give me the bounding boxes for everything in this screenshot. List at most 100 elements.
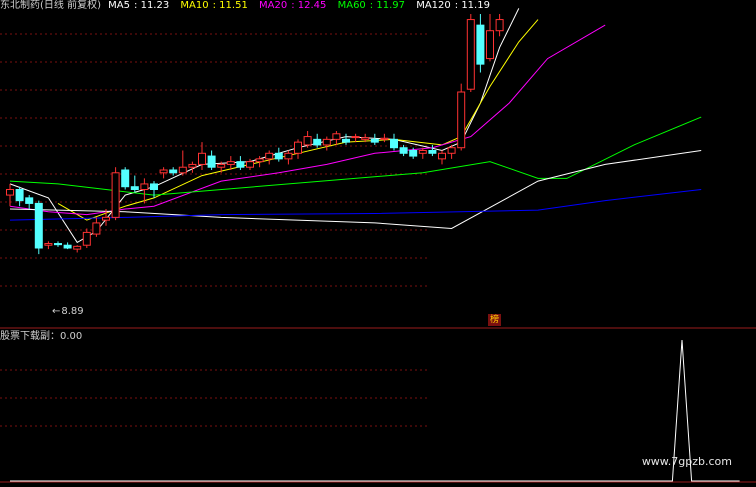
candle-body — [390, 138, 398, 149]
candle — [121, 167, 130, 190]
candle — [159, 167, 168, 179]
ma120-value: 11.19 — [461, 0, 490, 11]
candle — [294, 139, 302, 159]
low-arrow-icon: ← — [52, 306, 61, 317]
candle-body — [34, 202, 43, 249]
candle-body — [342, 138, 350, 143]
candle-body — [303, 136, 312, 146]
candle-body — [274, 152, 283, 160]
candle-body — [63, 244, 72, 249]
candle — [495, 14, 504, 37]
candle-body — [332, 133, 341, 140]
candle-body — [226, 161, 235, 165]
candle — [303, 131, 312, 148]
ma60-value: 11.97 — [376, 0, 405, 11]
candle-body — [447, 147, 456, 154]
candle-body — [15, 189, 24, 202]
candle-body — [399, 147, 408, 154]
candle — [236, 156, 245, 170]
candle — [63, 242, 72, 250]
candle-body — [380, 137, 389, 140]
candle — [418, 147, 427, 159]
ma20-label: MA20 — [259, 0, 288, 11]
candle-body — [294, 141, 302, 154]
candle — [322, 136, 331, 151]
candle-body — [409, 150, 418, 157]
candle — [207, 150, 216, 170]
candle-body — [150, 183, 158, 191]
candle-body — [322, 138, 331, 146]
ma-legend: 东北制药(日线 前复权) MA5: 11.23 MA10: 11.51 MA20… — [0, 0, 498, 13]
ma5-legend: MA5: 11.23 — [108, 0, 170, 11]
indicator-label: 股票下载副：0.00 — [0, 331, 83, 342]
candle — [313, 133, 322, 148]
ma10-label: MA10 — [180, 0, 209, 11]
line-ma5 — [9, 8, 520, 244]
candle — [476, 14, 485, 73]
candle — [457, 83, 466, 151]
candle-body — [169, 169, 178, 174]
candle — [274, 147, 283, 162]
candle-body — [54, 243, 62, 246]
candle-body — [495, 19, 504, 32]
candle — [111, 167, 120, 221]
candle-body — [370, 138, 379, 143]
candle — [6, 183, 14, 207]
candle-body — [217, 163, 226, 168]
candle-body — [121, 169, 130, 188]
candle — [82, 228, 91, 248]
candle-body — [428, 150, 437, 154]
candle-body — [255, 158, 264, 163]
candle — [34, 200, 43, 255]
candle-body — [265, 152, 274, 160]
candle-body — [236, 161, 245, 168]
candle — [73, 245, 82, 253]
watermark: www.7gpzb.com — [641, 455, 732, 468]
candle-body — [284, 152, 293, 160]
indicator-series — [10, 339, 740, 482]
candle-body — [313, 138, 322, 146]
candle-body — [361, 137, 370, 140]
ma120-label: MA120 — [416, 0, 451, 11]
candle — [130, 175, 139, 193]
candle-body — [457, 91, 466, 149]
line-ma20 — [9, 24, 606, 216]
candle — [15, 186, 24, 207]
low-price-marker: ←8.89 — [52, 306, 84, 317]
ma10-legend: MA10: 11.51 — [180, 0, 248, 11]
candle-body — [82, 231, 91, 246]
candle — [44, 241, 53, 250]
indicator-grid — [0, 369, 430, 427]
candle-body — [140, 183, 149, 191]
chart-canvas — [0, 8, 756, 483]
candle-body — [188, 163, 197, 168]
candle — [54, 241, 62, 247]
candle-body — [44, 243, 53, 246]
candle — [265, 150, 274, 165]
candle-body — [130, 186, 139, 190]
candle — [466, 14, 475, 92]
ma10-value: 11.51 — [219, 0, 248, 11]
ma20-legend: MA20: 12.45 — [259, 0, 327, 11]
ma5-label: MA5 — [108, 0, 131, 11]
candle — [188, 161, 197, 173]
candle-body — [351, 136, 360, 139]
candle — [399, 144, 408, 157]
candle-body — [92, 222, 101, 235]
candle — [370, 133, 379, 145]
candle — [486, 14, 494, 62]
candle — [390, 133, 398, 151]
ma60-legend: MA60: 11.97 — [337, 0, 405, 11]
candle — [284, 150, 293, 165]
ma5-value: 11.23 — [140, 0, 170, 11]
low-price-value: 8.89 — [61, 306, 84, 317]
candle — [25, 195, 34, 209]
indicator-line — [10, 339, 740, 482]
candle — [438, 150, 446, 165]
candle-body — [102, 216, 110, 221]
candle-body — [207, 155, 216, 168]
candle-body — [246, 161, 254, 168]
candle-body — [438, 152, 446, 160]
candle-body — [476, 24, 485, 65]
candle-body — [159, 169, 168, 174]
